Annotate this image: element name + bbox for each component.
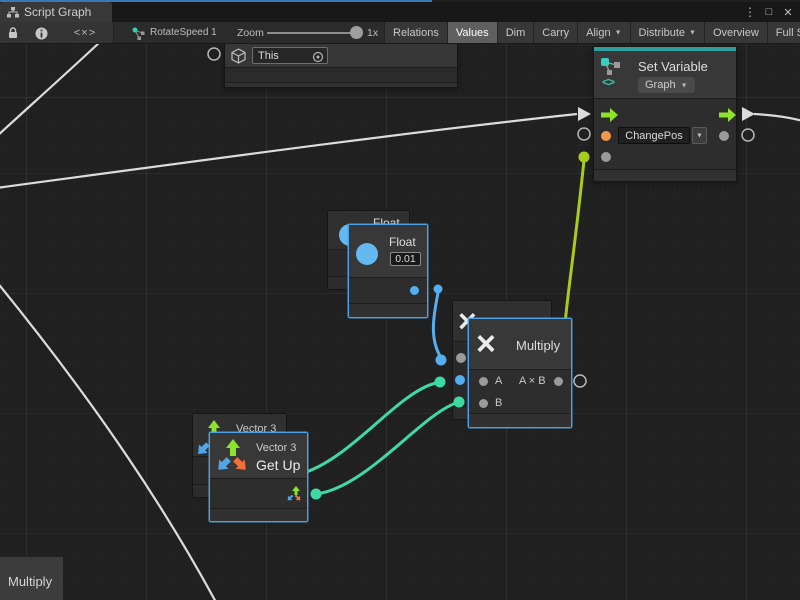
- arrow-down-left-icon: [216, 457, 231, 472]
- multiply-title: Multiply: [516, 338, 560, 353]
- unity-visual-scripting-window: Float Vector 3 ×: [0, 0, 800, 600]
- hollow-circle-setvar-left: [578, 128, 590, 140]
- variable-name-field[interactable]: ChangePos: [618, 127, 690, 144]
- set-variable-node[interactable]: <> Set Variable Graph ▼ ChangePos ▼: [593, 46, 737, 182]
- float-title: Float: [389, 235, 416, 249]
- get-up-title: Get Up: [256, 457, 300, 473]
- zoom-slider-track[interactable]: [267, 32, 351, 34]
- wire-end-teal-upper: [435, 377, 446, 388]
- object-picker-icon[interactable]: [312, 51, 324, 63]
- this-node[interactable]: This: [224, 43, 458, 88]
- node-option-tooltip[interactable]: Multiply: [0, 557, 63, 600]
- wire-blue-float-to-multiply[interactable]: [433, 293, 440, 356]
- wire-white-into-set-variable[interactable]: [0, 114, 577, 188]
- float-value: 0.01: [395, 253, 415, 265]
- multiply-node[interactable]: × Multiply A A × B B: [468, 318, 572, 428]
- info-icon: [35, 27, 48, 40]
- set-variable-title: Set Variable: [638, 59, 708, 74]
- variable-scope-dropdown[interactable]: Graph ▼: [638, 77, 695, 93]
- get-up-type-title: Vector 3: [256, 442, 296, 454]
- input-port-a[interactable]: [479, 377, 488, 386]
- vector3-output-port[interactable]: [286, 486, 302, 502]
- tab-bar: Script Graph ⋮ □ ✕: [0, 2, 800, 22]
- tab-script-graph[interactable]: Script Graph: [0, 2, 112, 22]
- multiply-icon: ×: [476, 327, 496, 361]
- wire-teal-upper[interactable]: [303, 383, 436, 473]
- output-port-gray[interactable]: [719, 131, 729, 141]
- window-menu-icon[interactable]: ⋮: [742, 5, 758, 19]
- breadcrumb-graph-name[interactable]: RotateSpeed 1: [150, 22, 217, 44]
- overview-button[interactable]: Overview: [704, 22, 767, 43]
- wire-end-teal-start: [311, 489, 322, 500]
- wire-white-out-set-variable[interactable]: [754, 114, 800, 121]
- float-value-icon: [356, 243, 378, 265]
- target-port-orange[interactable]: [601, 131, 611, 141]
- zoom-label: Zoom: [237, 22, 264, 44]
- wire-end-teal-lower: [454, 397, 465, 408]
- scope-label: Graph: [645, 79, 676, 91]
- arrow-down-right-icon: [233, 457, 248, 472]
- flow-in-port[interactable]: [601, 108, 618, 122]
- graph-breadcrumb-icon: [131, 26, 146, 41]
- variable-name: ChangePos: [625, 130, 683, 142]
- align-dropdown[interactable]: Align▼: [577, 22, 629, 43]
- dim-button[interactable]: Dim: [497, 22, 534, 43]
- hollow-circle-setvar-right: [742, 129, 754, 141]
- chevron-down-icon: ▼: [615, 22, 622, 44]
- inspect-button[interactable]: [25, 22, 58, 44]
- full-screen-button[interactable]: Full Screen: [767, 22, 800, 43]
- graph-tab-icon: [7, 7, 19, 18]
- window-maximize-icon[interactable]: □: [761, 6, 777, 18]
- carry-button[interactable]: Carry: [533, 22, 577, 43]
- values-button[interactable]: Values: [447, 22, 497, 43]
- gameobject-field-value: This: [253, 50, 279, 62]
- wire-white-topleft[interactable]: [0, 41, 101, 137]
- graph-toolbar: <×> RotateSpeed 1 Zoom 1x Relations Valu…: [0, 22, 800, 44]
- lock-icon: [8, 27, 18, 39]
- relations-button[interactable]: Relations: [384, 22, 447, 43]
- variable-dropdown-button[interactable]: ▼: [692, 127, 707, 144]
- variables-icon: [600, 57, 622, 75]
- float-output-port[interactable]: [410, 286, 419, 295]
- port-gray-back-multiply[interactable]: [456, 353, 466, 363]
- hollow-circle-multiply-out: [574, 375, 586, 387]
- cube-icon: [231, 48, 246, 64]
- input-label-a: A: [495, 375, 502, 387]
- tooltip-label: Multiply: [8, 574, 52, 589]
- tab-label: Script Graph: [24, 5, 91, 19]
- lock-button[interactable]: [0, 22, 26, 44]
- distribute-dropdown[interactable]: Distribute▼: [630, 22, 704, 43]
- input-label-b: B: [495, 397, 502, 409]
- flow-arrowhead-out: [742, 107, 755, 121]
- input-port-b[interactable]: [479, 399, 488, 408]
- toolbar-buttons: Relations Values Dim Carry Align▼ Distri…: [384, 22, 800, 43]
- zoom-slider-knob[interactable]: [350, 26, 363, 39]
- get-up-node[interactable]: Vector 3 Get Up: [209, 432, 308, 522]
- output-port-axb[interactable]: [554, 377, 563, 386]
- float-value-field[interactable]: 0.01: [390, 252, 421, 266]
- flow-out-port[interactable]: [719, 108, 736, 122]
- value-port-gray[interactable]: [601, 152, 611, 162]
- wire-white-bottomleft[interactable]: [0, 281, 217, 600]
- wire-teal-lower[interactable]: [317, 403, 456, 494]
- gameobject-field[interactable]: This: [252, 47, 328, 64]
- float-node[interactable]: Float 0.01: [348, 224, 428, 318]
- code-toggle-icon: <×>: [74, 27, 96, 39]
- wire-end-blue-bottom: [436, 355, 447, 366]
- chevron-down-icon: ▼: [681, 82, 688, 89]
- flow-arrowhead-in: [578, 107, 591, 121]
- output-label: A × B: [519, 375, 546, 387]
- chevron-down-icon: ▼: [696, 133, 703, 140]
- arrow-up-icon: [225, 439, 241, 456]
- window-close-icon[interactable]: ✕: [780, 6, 796, 19]
- code-preview-toggle[interactable]: <×>: [57, 22, 114, 44]
- code-brackets-icon: <>: [602, 75, 614, 89]
- hollow-circle-this: [208, 48, 220, 60]
- zoom-value: 1x: [367, 22, 378, 44]
- chevron-down-icon: ▼: [689, 22, 696, 44]
- wire-end-lime: [579, 152, 590, 163]
- wire-end-blue-top: [434, 285, 443, 294]
- port-blue-back-multiply[interactable]: [455, 375, 465, 385]
